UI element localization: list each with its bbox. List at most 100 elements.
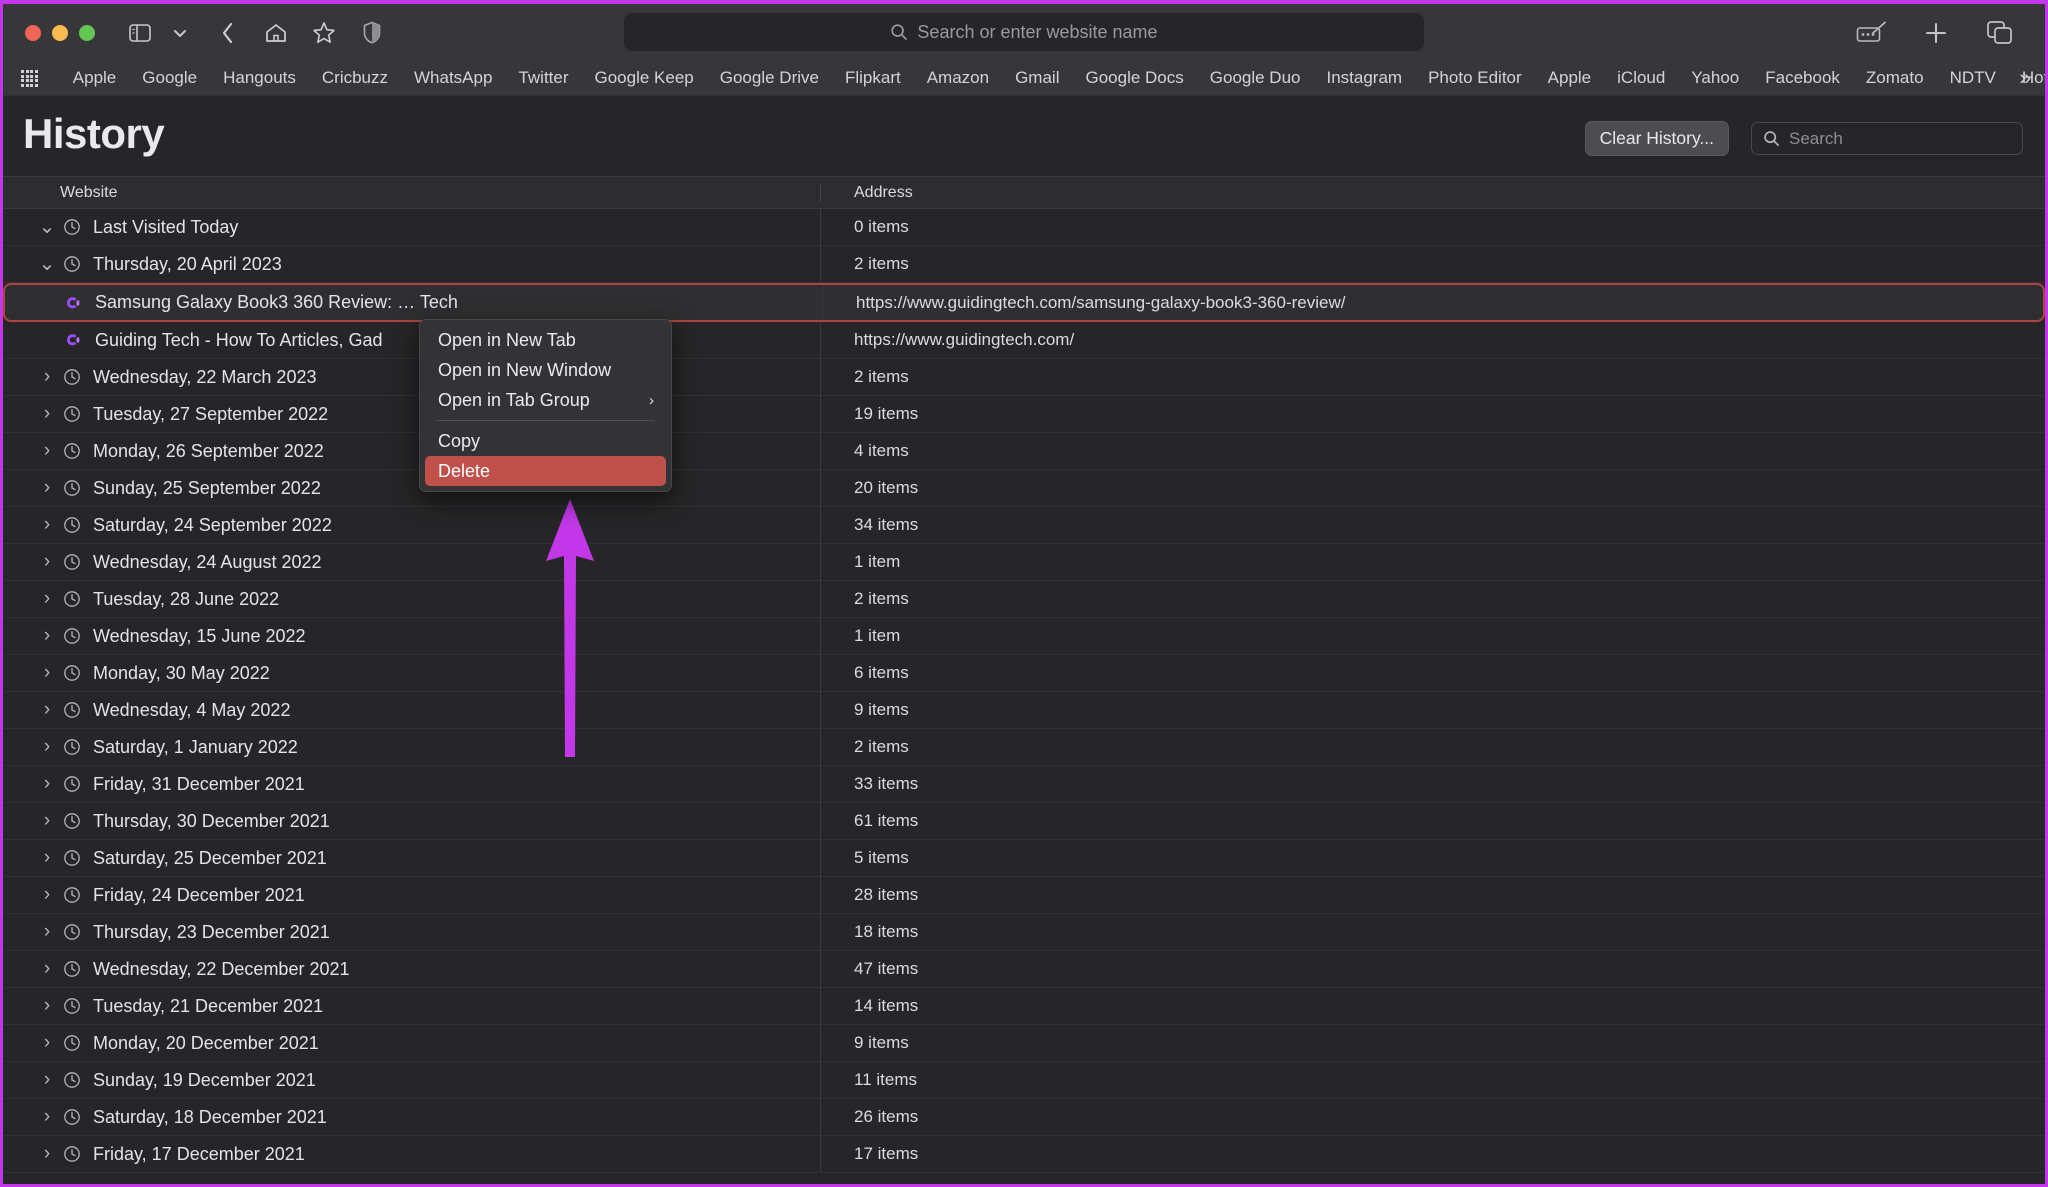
- history-group-row[interactable]: › Monday, 26 September 2022 4 items: [3, 433, 2045, 470]
- bookmark-zomato[interactable]: Zomato: [1853, 66, 1937, 90]
- column-header-website[interactable]: Website: [3, 184, 820, 202]
- context-menu-item[interactable]: Open in New Tab: [425, 325, 666, 355]
- address-bar[interactable]: Search or enter website name: [624, 13, 1424, 51]
- chevron-right-icon[interactable]: ›: [37, 514, 57, 536]
- close-window-button[interactable]: [25, 24, 41, 41]
- history-group-row[interactable]: › Saturday, 24 September 2022 34 items: [3, 507, 2045, 544]
- history-group-row[interactable]: › Tuesday, 21 December 2021 14 items: [3, 988, 2045, 1025]
- chevron-right-icon[interactable]: ›: [37, 662, 57, 684]
- chevron-right-icon[interactable]: ›: [37, 551, 57, 573]
- history-group-row[interactable]: › Monday, 30 May 2022 6 items: [3, 655, 2045, 692]
- history-item-row[interactable]: Samsung Galaxy Book3 360 Review: … Tech h…: [3, 283, 2045, 322]
- history-group-row[interactable]: ⌄ Thursday, 20 April 2023 2 items: [3, 246, 2045, 283]
- new-tab-icon[interactable]: [1919, 16, 1953, 50]
- bookmark-twitter[interactable]: Twitter: [505, 66, 581, 90]
- home-icon[interactable]: [259, 16, 293, 50]
- history-group-row[interactable]: › Saturday, 18 December 2021 26 items: [3, 1099, 2045, 1136]
- sidebar-icon[interactable]: [123, 16, 157, 50]
- history-group-row[interactable]: › Tuesday, 27 September 2022 19 items: [3, 396, 2045, 433]
- clear-history-button[interactable]: Clear History...: [1584, 121, 1729, 156]
- chevron-right-icon[interactable]: ›: [37, 625, 57, 647]
- bookmark-google-docs[interactable]: Google Docs: [1072, 66, 1196, 90]
- bookmark-apple-2[interactable]: Apple: [1535, 66, 1604, 90]
- chevron-right-icon[interactable]: ›: [37, 403, 57, 425]
- bookmark-apple[interactable]: Apple: [60, 66, 129, 90]
- bookmark-hangouts[interactable]: Hangouts: [210, 66, 309, 90]
- column-header-address[interactable]: Address: [820, 183, 2045, 202]
- history-group-row[interactable]: › Wednesday, 15 June 2022 1 item: [3, 618, 2045, 655]
- bookmark-instagram[interactable]: Instagram: [1314, 66, 1416, 90]
- apps-grid-icon[interactable]: [21, 70, 38, 87]
- chevron-right-icon[interactable]: ›: [37, 1069, 57, 1091]
- tab-overview-icon[interactable]: [1983, 16, 2017, 50]
- history-group-row[interactable]: › Wednesday, 24 August 2022 1 item: [3, 544, 2045, 581]
- history-item-row[interactable]: Guiding Tech - How To Articles, Gad https…: [3, 322, 2045, 359]
- history-group-row[interactable]: › Saturday, 1 January 2022 2 items: [3, 729, 2045, 766]
- compose-icon[interactable]: [1855, 16, 1889, 50]
- chevron-right-icon[interactable]: ›: [37, 847, 57, 869]
- bookmark-google-keep[interactable]: Google Keep: [582, 66, 707, 90]
- history-group-row[interactable]: › Thursday, 30 December 2021 61 items: [3, 803, 2045, 840]
- chevron-right-icon[interactable]: ›: [37, 1106, 57, 1128]
- cell-address-count: 2 items: [820, 729, 2045, 765]
- history-group-row[interactable]: › Friday, 24 December 2021 28 items: [3, 877, 2045, 914]
- bookmark-google-drive[interactable]: Google Drive: [707, 66, 832, 90]
- history-group-row[interactable]: › Wednesday, 22 December 2021 47 items: [3, 951, 2045, 988]
- minimize-window-button[interactable]: [52, 24, 68, 41]
- zoom-window-button[interactable]: [79, 24, 95, 41]
- bookmark-whatsapp[interactable]: WhatsApp: [401, 66, 505, 90]
- history-group-row[interactable]: › Wednesday, 22 March 2023 2 items: [3, 359, 2045, 396]
- bookmark-gmail[interactable]: Gmail: [1002, 66, 1072, 90]
- chevron-right-icon[interactable]: ›: [37, 1143, 57, 1165]
- cell-address-count: 17 items: [820, 1136, 2045, 1172]
- chevron-right-icon[interactable]: ›: [37, 1032, 57, 1054]
- chevron-down-icon[interactable]: ⌄: [37, 254, 57, 274]
- context-menu-item[interactable]: Delete: [425, 456, 666, 486]
- bookmark-cricbuzz[interactable]: Cricbuzz: [309, 66, 401, 90]
- bookmark-photo-editor[interactable]: Photo Editor: [1415, 66, 1535, 90]
- cell-address-count: 9 items: [820, 692, 2045, 728]
- chevron-right-icon[interactable]: ›: [37, 958, 57, 980]
- context-menu-item[interactable]: Open in Tab Group ›: [425, 385, 666, 415]
- back-icon[interactable]: [211, 16, 245, 50]
- history-group-row[interactable]: › Sunday, 25 September 2022 20 items: [3, 470, 2045, 507]
- history-group-row[interactable]: › Saturday, 25 December 2021 5 items: [3, 840, 2045, 877]
- bookmark-ndtv[interactable]: NDTV: [1937, 66, 2009, 90]
- chevron-right-icon[interactable]: ›: [37, 440, 57, 462]
- chevron-right-icon[interactable]: ›: [37, 736, 57, 758]
- history-group-row[interactable]: › Monday, 20 December 2021 9 items: [3, 1025, 2045, 1062]
- history-group-row[interactable]: › Friday, 17 December 2021 17 items: [3, 1136, 2045, 1173]
- bookmark-google[interactable]: Google: [129, 66, 210, 90]
- bookmark-yahoo[interactable]: Yahoo: [1678, 66, 1752, 90]
- chevron-right-icon[interactable]: ›: [37, 588, 57, 610]
- context-menu-item[interactable]: Copy: [425, 426, 666, 456]
- history-group-row[interactable]: › Thursday, 23 December 2021 18 items: [3, 914, 2045, 951]
- chevron-right-icon[interactable]: ›: [37, 995, 57, 1017]
- bookmark-google-duo[interactable]: Google Duo: [1197, 66, 1314, 90]
- bookmarks-overflow-icon[interactable]: »: [2019, 68, 2031, 89]
- history-group-row[interactable]: › Wednesday, 4 May 2022 9 items: [3, 692, 2045, 729]
- cell-address-count: 2 items: [820, 581, 2045, 617]
- star-icon[interactable]: [307, 16, 341, 50]
- bookmark-facebook[interactable]: Facebook: [1752, 66, 1853, 90]
- history-group-row[interactable]: › Sunday, 19 December 2021 11 items: [3, 1062, 2045, 1099]
- context-menu-item[interactable]: Open in New Window: [425, 355, 666, 385]
- history-group-row[interactable]: › Friday, 31 December 2021 33 items: [3, 766, 2045, 803]
- history-group-row[interactable]: ⌄ Last Visited Today 0 items: [3, 209, 2045, 246]
- chevron-right-icon[interactable]: ›: [37, 699, 57, 721]
- chevron-down-icon[interactable]: ⌄: [37, 217, 57, 237]
- chevron-right-icon[interactable]: ›: [37, 773, 57, 795]
- bookmark-flipkart[interactable]: Flipkart: [832, 66, 914, 90]
- bookmark-amazon[interactable]: Amazon: [914, 66, 1002, 90]
- chevron-right-icon[interactable]: ›: [37, 477, 57, 499]
- chevron-right-icon[interactable]: ›: [37, 810, 57, 832]
- chevron-right-icon[interactable]: ›: [37, 921, 57, 943]
- bookmark-icloud[interactable]: iCloud: [1604, 66, 1678, 90]
- chevron-down-icon[interactable]: [163, 16, 197, 50]
- chevron-right-icon[interactable]: ›: [37, 366, 57, 388]
- cell-website: › Wednesday, 4 May 2022: [3, 699, 820, 721]
- shield-icon[interactable]: [355, 16, 389, 50]
- history-group-row[interactable]: › Tuesday, 28 June 2022 2 items: [3, 581, 2045, 618]
- history-search-input[interactable]: Search: [1751, 122, 2023, 155]
- chevron-right-icon[interactable]: ›: [37, 884, 57, 906]
